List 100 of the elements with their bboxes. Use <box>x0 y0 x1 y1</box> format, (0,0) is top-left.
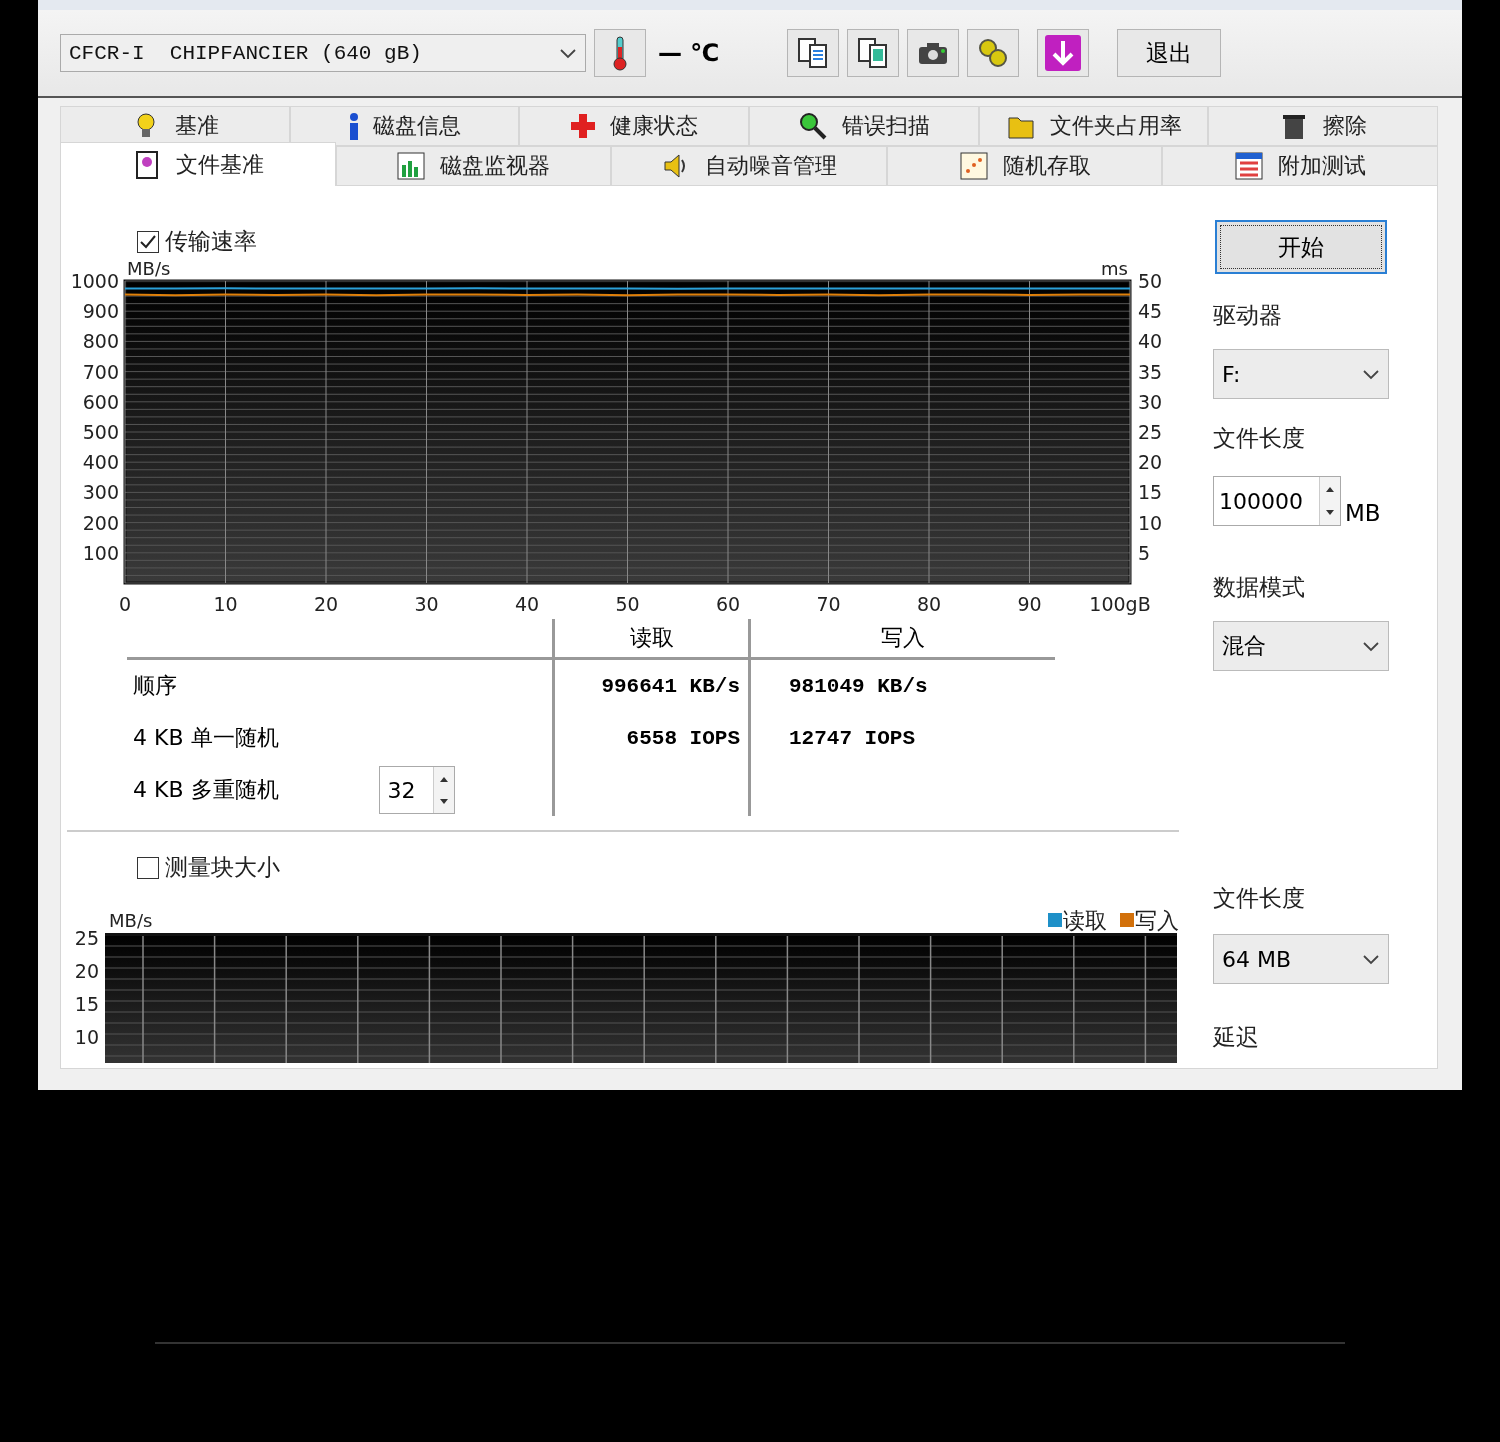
tick-label: 20 <box>1138 451 1163 474</box>
field-label: 文件长度 <box>1213 424 1306 453</box>
tick-label: 300 <box>82 481 119 504</box>
row-label: 4 KB 单一随机 <box>133 724 279 752</box>
legend-label: 读取 <box>1063 908 1107 933</box>
tick-label: 35 <box>1138 360 1163 383</box>
temperature-button[interactable] <box>594 29 646 77</box>
tick-label: 5 <box>1138 541 1151 564</box>
file-length-spinner[interactable]: 100000 <box>1213 476 1341 526</box>
tick-label: 20 <box>74 960 99 982</box>
temperature-reading: — ℃ <box>658 39 720 67</box>
axis-label: MB/s <box>109 910 153 931</box>
tab[interactable]: 错误扫描 <box>749 106 979 146</box>
tick-label: 40 <box>1138 330 1163 353</box>
tick-label: 15 <box>74 993 99 1015</box>
tab[interactable]: 文件基准 <box>60 142 336 187</box>
unit-label: MB <box>1345 500 1381 526</box>
column-header: 读取 <box>555 619 751 660</box>
tick-label: 100gB <box>1089 593 1151 615</box>
column-header: 写入 <box>751 619 1055 660</box>
up-arrow-icon <box>438 775 449 782</box>
tab[interactable]: 自动噪音管理 <box>611 146 887 186</box>
chevron-down-icon <box>559 47 577 59</box>
result-value: 6558 IOPS <box>626 726 740 750</box>
download-button[interactable] <box>1037 29 1090 77</box>
tick-label: 500 <box>82 421 119 443</box>
search-icon <box>797 111 828 141</box>
chevron-down-icon <box>1362 640 1380 652</box>
chevron-down-icon <box>1362 953 1380 965</box>
tick-label: 60 <box>715 593 741 615</box>
tick-label: 80 <box>916 593 942 615</box>
tick-label: 0 <box>118 593 132 615</box>
field-label: 驱动器 <box>1213 301 1283 330</box>
field-label: 文件长度 <box>1213 884 1306 913</box>
result-value: 981049 KB/s <box>789 674 928 698</box>
tick-label: 700 <box>82 360 119 383</box>
down-arrow-icon <box>438 798 449 805</box>
tick-label: 40 <box>514 593 540 615</box>
tick-label: 20 <box>313 593 339 615</box>
settings-button[interactable] <box>967 29 1020 77</box>
tick-label: 200 <box>82 511 119 534</box>
tick-label: 50 <box>1138 270 1163 292</box>
tick-label: 50 <box>615 593 640 615</box>
tab[interactable]: 文件夹占用率 <box>978 106 1209 146</box>
tab[interactable]: 磁盘信息 <box>289 106 520 146</box>
tab[interactable]: 附加测试 <box>1162 146 1438 186</box>
spin-down-button[interactable] <box>1320 501 1340 525</box>
checkbox-label: 传输速率 <box>165 227 257 256</box>
tick-label: 400 <box>82 451 119 474</box>
tab[interactable]: 健康状态 <box>519 106 749 146</box>
axis-label: MB/s <box>127 258 171 279</box>
tick-label: 70 <box>816 593 841 615</box>
field-label: 延迟 <box>1213 1023 1260 1052</box>
checkbox[interactable] <box>137 230 159 253</box>
spin-down-button[interactable] <box>433 790 454 813</box>
copy-text-button[interactable] <box>787 29 840 77</box>
tick-label: 25 <box>74 927 99 949</box>
tick-label: 900 <box>82 300 119 323</box>
tab[interactable]: 擦除 <box>1208 106 1439 146</box>
queue-depth-spinner[interactable]: 32 <box>378 766 455 814</box>
spin-up-button[interactable] <box>433 767 454 790</box>
tick-label: 800 <box>82 330 119 353</box>
tick-label: 90 <box>1017 593 1042 615</box>
spreadsheet-icon <box>1234 151 1265 181</box>
tick-label: 10 <box>1138 511 1163 534</box>
bar-chart-icon <box>396 151 427 181</box>
data-mode-dropdown[interactable]: 混合 <box>1213 621 1389 671</box>
tick-label: 10 <box>74 1026 99 1048</box>
spin-up-button[interactable] <box>1320 477 1340 501</box>
copy-image-button[interactable] <box>847 29 900 77</box>
checkbox[interactable] <box>137 856 159 879</box>
row-label: 4 KB 多重随机 <box>133 776 279 804</box>
tick-label: 600 <box>82 390 119 413</box>
screenshot-button[interactable] <box>907 29 960 77</box>
tick-label: 1000 <box>70 270 119 292</box>
axis-label: ms <box>1101 258 1128 279</box>
tick-label: 30 <box>414 593 439 615</box>
result-value: 12747 IOPS <box>789 726 916 750</box>
block-length-dropdown[interactable]: 64 MB <box>1213 934 1389 984</box>
drive-dropdown[interactable]: F: <box>1213 349 1389 399</box>
thermometer-icon <box>610 35 630 71</box>
info-icon <box>348 112 359 140</box>
tick-label: 45 <box>1138 300 1163 323</box>
tick-label: 100 <box>82 541 119 564</box>
camera-icon <box>917 40 950 66</box>
drive-dropdown[interactable]: CFCR-I CHIPFANCIER (640 gB) <box>60 34 586 72</box>
tick-label: 15 <box>1138 481 1163 504</box>
tab[interactable]: 磁盘监视器 <box>335 146 612 186</box>
exit-button[interactable]: 退出 <box>1117 29 1222 77</box>
scatter-chart-icon <box>958 151 989 181</box>
tick-label: 25 <box>1138 421 1163 443</box>
checkbox-label: 测量块大小 <box>165 853 280 882</box>
legend-label: 写入 <box>1135 908 1179 933</box>
cross-icon <box>570 113 597 139</box>
chevron-down-icon <box>1362 368 1380 380</box>
tick-label: 30 <box>1138 390 1163 413</box>
start-button[interactable]: 开始 <box>1215 220 1387 274</box>
tick-label: 10 <box>213 593 238 615</box>
row-label: 顺序 <box>133 672 177 700</box>
tab[interactable]: 随机存取 <box>886 146 1163 186</box>
